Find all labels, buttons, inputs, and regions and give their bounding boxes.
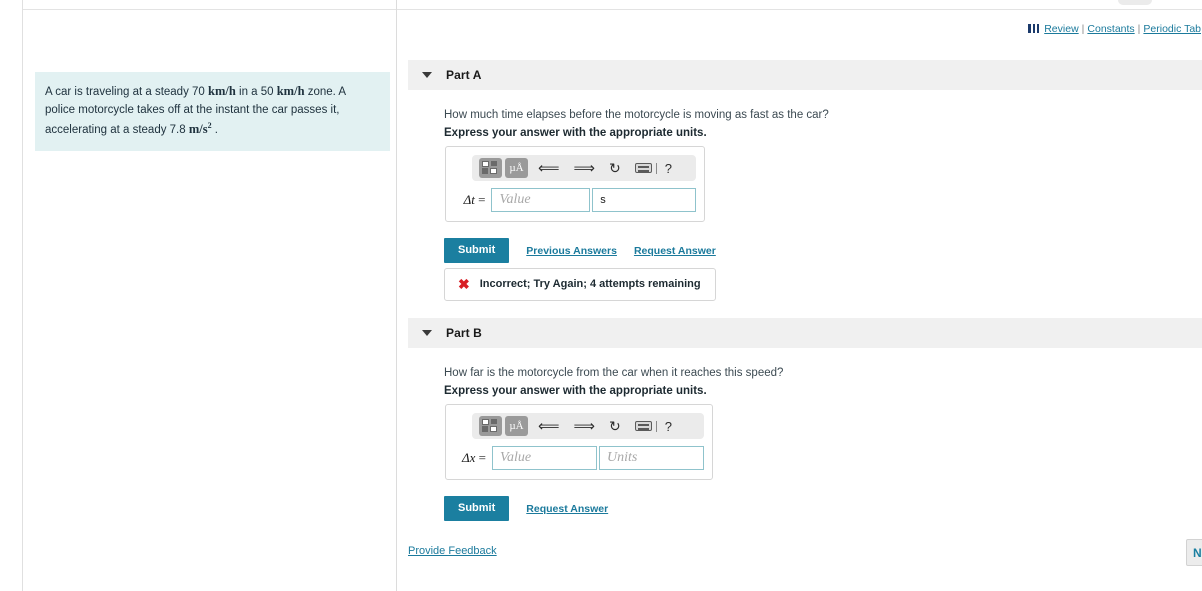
redo-arrow-icon[interactable]: ⟹: [574, 419, 596, 434]
part-b-equals: =: [475, 450, 486, 465]
part-a-title: Part A: [446, 68, 482, 82]
problem-unit-3: m/s2: [188, 121, 212, 136]
assignment-page: A car is traveling at a steady 70 km/h i…: [0, 0, 1202, 591]
part-b-units-input[interactable]: Units: [599, 446, 704, 470]
panel-divider: [396, 0, 397, 591]
text-caret-icon: [655, 420, 657, 432]
part-a-answer-widget: µÅ ⟸ ⟹ ↻ ? Δt = Value s: [445, 146, 705, 222]
next-button[interactable]: Next: [1186, 539, 1202, 566]
part-b-header[interactable]: Part B: [408, 318, 1202, 348]
help-icon[interactable]: ?: [665, 419, 672, 434]
part-a-header[interactable]: Part A: [408, 60, 1202, 90]
part-a-variable: Δt: [463, 192, 475, 207]
units-icon-label: µÅ: [509, 419, 524, 432]
math-template-icon[interactable]: [479, 158, 502, 178]
math-template-icon[interactable]: [479, 416, 502, 436]
part-a-value-input[interactable]: Value: [491, 188, 591, 212]
keyboard-icon[interactable]: [634, 163, 652, 173]
problem-statement: A car is traveling at a steady 70 km/h i…: [35, 72, 390, 151]
exercise-column: Review | Constants | Periodic Tab Part A How…: [408, 0, 1202, 591]
book-icon: [1028, 24, 1040, 33]
part-b-instruction: Express your answer with the appropriate…: [444, 385, 707, 397]
part-b-request-answer-link[interactable]: Request Answer: [526, 503, 608, 515]
part-a-toolbar: µÅ ⟸ ⟹ ↻ ?: [472, 155, 696, 181]
part-b-variable: Δx: [462, 450, 476, 465]
units-icon[interactable]: µÅ: [505, 158, 528, 178]
chevron-down-icon[interactable]: [422, 330, 432, 336]
help-icon[interactable]: ?: [665, 161, 672, 176]
x-mark-icon: ✖: [458, 276, 470, 292]
problem-text-4: .: [211, 123, 218, 136]
part-b-toolbar: µÅ ⟸ ⟹ ↻ ?: [472, 413, 704, 439]
provide-feedback-link[interactable]: Provide Feedback: [408, 545, 497, 557]
chevron-down-icon[interactable]: [422, 72, 432, 78]
reset-icon[interactable]: ↻: [609, 419, 621, 433]
keyboard-icon[interactable]: [634, 421, 652, 431]
part-b-title: Part B: [446, 326, 482, 340]
text-caret-icon: [655, 162, 657, 174]
part-a-equals: =: [474, 192, 486, 207]
part-b-submit-row: Submit Request Answer: [444, 496, 608, 521]
left-panel-edge: [22, 0, 23, 591]
part-b-value-input[interactable]: Value: [492, 446, 597, 470]
reset-icon[interactable]: ↻: [609, 161, 621, 175]
review-link[interactable]: Review: [1044, 23, 1078, 35]
problem-unit-3-base: m/s: [188, 121, 208, 136]
periodic-table-link[interactable]: Periodic Tab: [1143, 23, 1201, 35]
part-a-variable-label: Δt =: [446, 192, 491, 208]
part-a-submit-button[interactable]: Submit: [444, 238, 510, 263]
redo-arrow-icon[interactable]: ⟹: [574, 161, 596, 176]
part-a-instruction: Express your answer with the appropriate…: [444, 127, 707, 139]
undo-arrow-icon[interactable]: ⟸: [538, 419, 560, 434]
part-a-request-answer-link[interactable]: Request Answer: [634, 245, 716, 257]
part-a-feedback-text: Incorrect; Try Again; 4 attempts remaini…: [479, 278, 701, 290]
resource-links: Review | Constants | Periodic Tab: [1028, 23, 1202, 35]
part-b-field-row: Δx = Value Units: [446, 446, 704, 470]
units-icon-label: µÅ: [509, 161, 524, 174]
part-a-field-row: Δt = Value s: [446, 188, 696, 212]
part-a-previous-answers-link[interactable]: Previous Answers: [526, 245, 617, 257]
problem-unit-1: km/h: [208, 84, 236, 98]
problem-text-2: in a 50: [235, 86, 277, 98]
link-separator-2: |: [1137, 23, 1141, 35]
units-icon[interactable]: µÅ: [505, 416, 528, 436]
constants-link[interactable]: Constants: [1087, 23, 1134, 35]
problem-text-1: A car is traveling at a steady 70: [45, 86, 209, 98]
undo-arrow-icon[interactable]: ⟸: [538, 161, 560, 176]
part-a-feedback: ✖ Incorrect; Try Again; 4 attempts remai…: [444, 268, 716, 301]
problem-unit-2: km/h: [276, 84, 305, 98]
link-separator-1: |: [1081, 23, 1085, 35]
part-b-variable-label: Δx =: [446, 450, 492, 466]
part-b-submit-button[interactable]: Submit: [444, 496, 510, 521]
part-a-units-input[interactable]: s: [592, 188, 696, 212]
part-b-answer-widget: µÅ ⟸ ⟹ ↻ ? Δx = Value Units: [445, 404, 713, 480]
part-a-question: How much time elapses before the motorcy…: [444, 109, 829, 121]
part-b-question: How far is the motorcycle from the car w…: [444, 367, 784, 379]
part-a-submit-row: Submit Previous Answers Request Answer: [444, 238, 716, 263]
